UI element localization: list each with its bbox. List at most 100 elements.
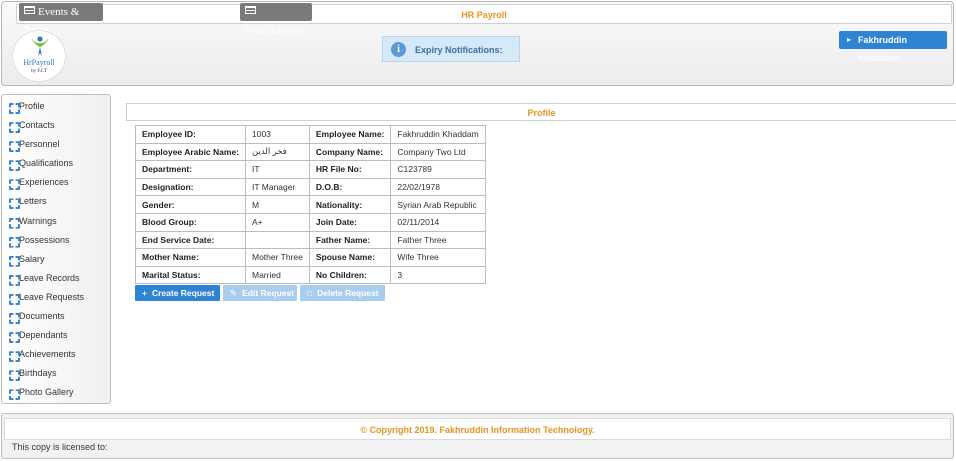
field-label: Nationality:: [308, 195, 392, 214]
content-title-bar: Profile: [126, 103, 956, 121]
sidebar-item-label: Leave Records: [19, 272, 80, 283]
table-row: Marital Status: Married No Children: 3: [135, 265, 486, 285]
table-row: Blood Group: A+ Join Date: 02/11/2014: [135, 212, 486, 232]
table-row: Department: IT HR File No: C123789: [135, 160, 486, 179]
sidebar-item-label: Letters: [19, 196, 47, 207]
field-value: C123789: [390, 160, 486, 179]
copyright-text: © Copyright 2019. Fakhruddin Information…: [4, 418, 951, 440]
sidebar-item-warnings[interactable]: Warnings: [2, 212, 110, 231]
field-label: Company Name:: [308, 142, 392, 162]
grid-icon: [9, 122, 16, 129]
field-value: IT Manager: [245, 177, 310, 197]
field-label: No Children:: [308, 265, 392, 285]
edit-request-button[interactable]: ✎ Edit Request: [223, 285, 297, 301]
grid-icon: [9, 313, 16, 320]
sidebar-item-qualifications[interactable]: Qualifications: [2, 154, 110, 173]
grid-icon: [9, 237, 16, 244]
sidebar-item-dependants[interactable]: Dependants: [2, 326, 110, 345]
field-value: IT: [245, 160, 310, 179]
newspaper-icon: [24, 6, 35, 14]
field-value: 3: [390, 265, 486, 285]
user-menu-button[interactable]: ▸ Fakhruddin Khaddam: [839, 31, 947, 63]
sidebar-item-label: Salary: [19, 253, 45, 264]
sidebar-item-documents[interactable]: Documents: [2, 307, 110, 326]
newspaper-icon: [245, 6, 256, 14]
sidebar-item-label: Experiences: [19, 177, 69, 188]
grid-icon: [9, 141, 16, 148]
grid-icon: [9, 370, 16, 377]
sidebar-item-contacts[interactable]: Contacts: [2, 116, 110, 135]
table-row: Employee Arabic Name: فخر الدين Company …: [135, 142, 486, 162]
field-label: Mother Name:: [135, 248, 246, 267]
field-label: Employee Name:: [308, 125, 392, 144]
sidebar-item-achievements[interactable]: Achievements: [2, 345, 110, 364]
field-value: Wife Three: [390, 248, 486, 267]
sidebar-item-label: Possessions: [19, 234, 70, 245]
expiry-notifications[interactable]: i Expiry Notifications:: [382, 36, 520, 62]
license-text: This copy is licensed to:: [12, 442, 108, 452]
sidebar-item-experiences[interactable]: Experiences: [2, 173, 110, 192]
app-title: HR Payroll: [461, 10, 507, 20]
pencil-icon: ✎: [230, 288, 238, 298]
grid-icon: [9, 389, 16, 396]
sidebar-item-label: Profile: [19, 101, 45, 111]
grid-icon: [9, 332, 16, 339]
field-label: Employee ID:: [135, 125, 246, 144]
field-label: Marital Status:: [135, 265, 246, 285]
field-label: Join Date:: [308, 212, 392, 232]
sidebar-item-label: Personnel: [19, 139, 60, 150]
sidebar-item-leave-records[interactable]: Leave Records: [2, 269, 110, 288]
grid-icon: [9, 160, 16, 167]
profile-table: Employee ID: 1003 Employee Name: Fakhrud…: [135, 125, 486, 285]
field-value: A+: [245, 212, 310, 232]
sidebar-item-salary[interactable]: Salary: [2, 250, 110, 269]
sidebar-item-leave-requests[interactable]: Leave Requests: [2, 288, 110, 307]
sidebar-item-profile[interactable]: Profile: [2, 97, 110, 116]
info-icon: i: [391, 42, 406, 57]
field-value: Married: [245, 265, 310, 285]
logo-subtext: by F.I.T: [31, 69, 47, 74]
user-name: Fakhruddin Khaddam: [858, 35, 907, 63]
sidebar-item-personnel[interactable]: Personnel: [2, 135, 110, 154]
field-label: Employee Arabic Name:: [135, 142, 246, 162]
sidebar-item-label: Leave Requests: [19, 291, 85, 302]
sidebar-item-possessions[interactable]: Possessions: [2, 231, 110, 250]
field-value: [245, 230, 310, 250]
sidebar-item-photo-gallery[interactable]: Photo Gallery: [2, 383, 110, 402]
trash-icon: □: [307, 288, 313, 298]
table-row: Designation: IT Manager D.O.B: 22/02/197…: [135, 177, 486, 197]
tab-notifications[interactable]: Notifications: [240, 3, 312, 36]
field-value: Father Three: [390, 230, 486, 250]
sidebar-item-label: Documents: [19, 311, 65, 322]
sidebar-item-label: Dependants: [19, 330, 68, 341]
sidebar-item-label: Contacts: [19, 120, 55, 131]
sidebar: Profile Contacts Personnel Qualification…: [1, 94, 111, 404]
sidebar-item-letters[interactable]: Letters: [2, 192, 110, 211]
sidebar-item-label: Birthdays: [19, 368, 57, 379]
field-value: 1003: [245, 125, 310, 144]
grid-icon: [9, 179, 16, 186]
field-label: Designation:: [135, 177, 246, 197]
sidebar-item-label: Photo Gallery: [19, 387, 74, 398]
field-value: 02/11/2014: [390, 212, 486, 232]
sidebar-menu: Profile Contacts Personnel Qualification…: [2, 95, 110, 403]
field-label: Blood Group:: [135, 212, 246, 232]
field-label: Gender:: [135, 195, 246, 214]
delete-request-button[interactable]: □ Delete Request: [300, 285, 385, 301]
table-row: End Service Date: Father Name: Father Th…: [135, 230, 486, 250]
tab-events-news[interactable]: Events & News: [19, 3, 103, 36]
page-title: Profile: [527, 108, 556, 118]
delete-request-label: Delete Request: [317, 288, 379, 298]
expiry-notifications-label: Expiry Notifications:: [415, 45, 503, 55]
sidebar-item-birthdays[interactable]: Birthdays: [2, 364, 110, 383]
sidebar-item-label: Qualifications: [19, 158, 74, 169]
field-label: HR File No:: [308, 160, 392, 179]
field-label: End Service Date:: [135, 230, 246, 250]
field-value: Mother Three: [245, 248, 310, 267]
table-row: Mother Name: Mother Three Spouse Name: W…: [135, 248, 486, 267]
grid-icon: [9, 103, 16, 110]
create-request-button[interactable]: + Create Request: [135, 285, 220, 301]
tab-notifications-label: Notifications: [245, 24, 303, 36]
grid-icon: [9, 218, 16, 225]
grid-icon: [9, 275, 16, 282]
